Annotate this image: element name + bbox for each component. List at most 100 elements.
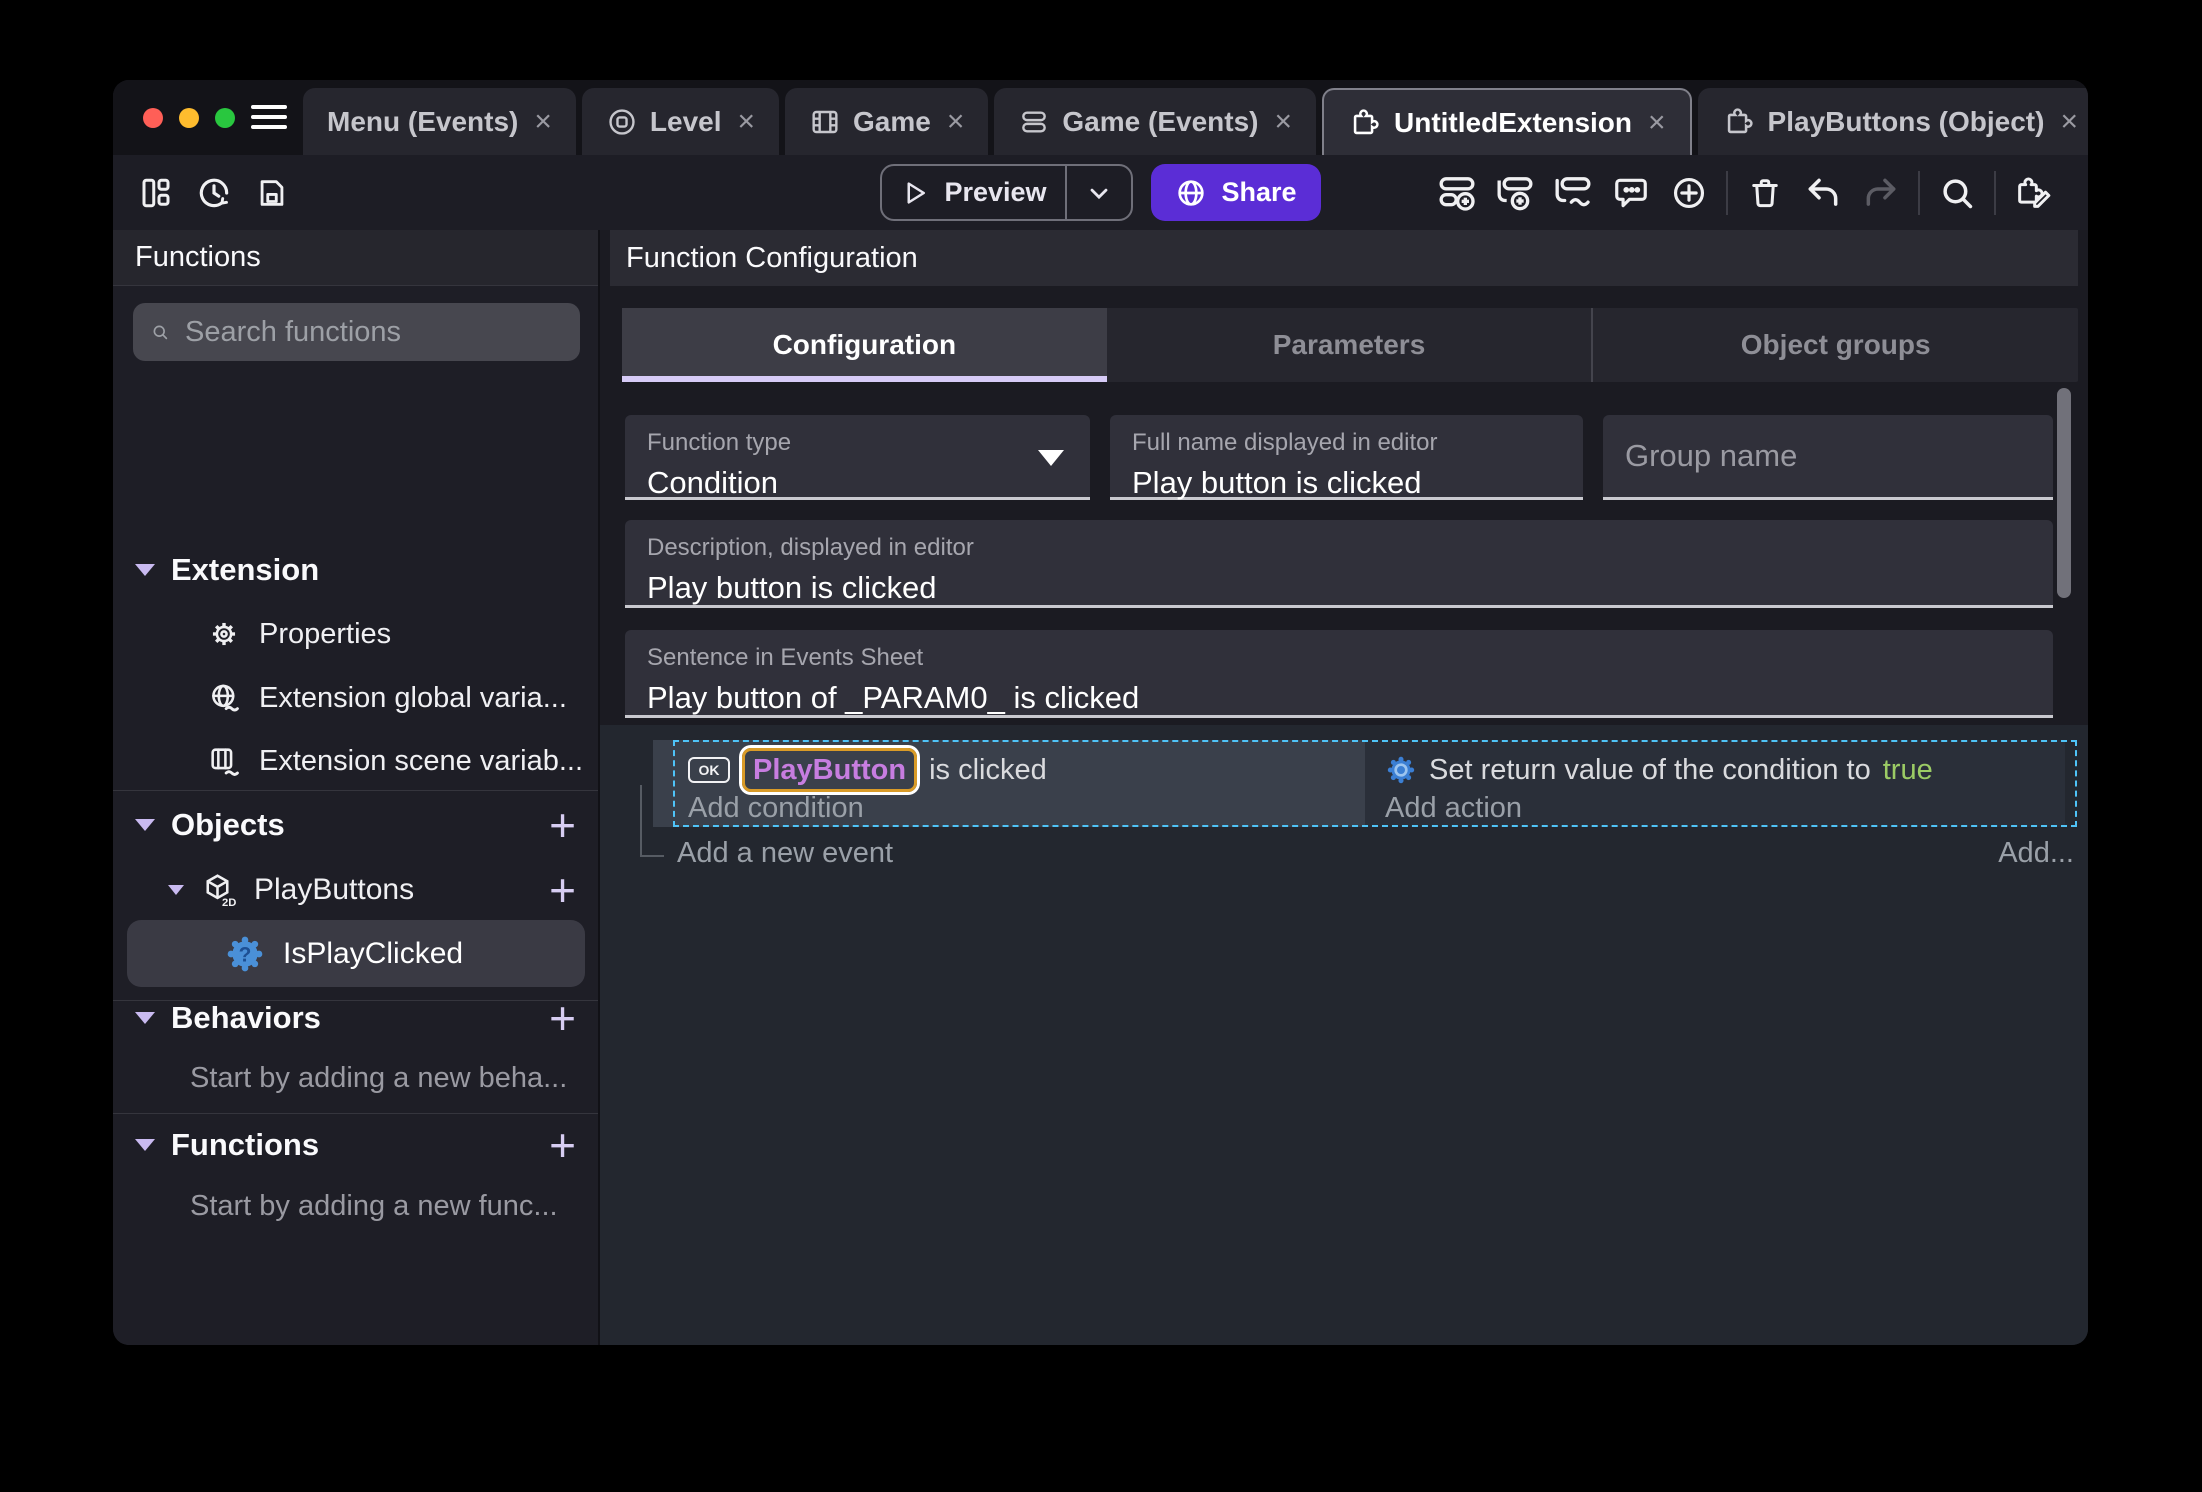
undo-icon: [1808, 178, 1838, 206]
preview-options-button[interactable]: [1065, 166, 1131, 219]
toolbar-divider: [1726, 170, 1728, 215]
layout-icon: [142, 178, 170, 207]
puzzle-icon: [1722, 105, 1756, 139]
close-tab-icon[interactable]: ×: [947, 105, 965, 139]
close-tab-icon[interactable]: ×: [2060, 105, 2078, 139]
tab-untitled-extension[interactable]: UntitledExtension ×: [1322, 88, 1692, 155]
event-tree-connector: [640, 785, 664, 857]
preview-button[interactable]: Preview: [882, 166, 1065, 219]
item-label: Properties: [259, 617, 392, 650]
close-window-button[interactable]: [143, 107, 163, 128]
section-functions[interactable]: Functions +: [113, 1122, 598, 1168]
vertical-scrollbar[interactable]: [2057, 388, 2071, 598]
tab-object-groups[interactable]: Object groups: [1591, 308, 2078, 382]
app-window: Menu (Events) × Level × Game × Game (Eve…: [113, 80, 2088, 1345]
add-behavior-button[interactable]: +: [549, 995, 576, 1041]
share-button[interactable]: Share: [1151, 164, 1321, 221]
events-sheet: OK PlayButton is clicked Add condition S…: [600, 725, 2088, 1345]
close-tab-icon[interactable]: ×: [534, 105, 552, 139]
tab-game[interactable]: Game ×: [785, 88, 989, 155]
event-conditions-column[interactable]: OK PlayButton is clicked Add condition: [653, 740, 1365, 827]
add-free-function-button[interactable]: +: [549, 1122, 576, 1168]
close-tab-icon[interactable]: ×: [738, 105, 756, 139]
add-other-events-button[interactable]: [1544, 164, 1602, 222]
tab-playbuttons-object[interactable]: PlayButtons (Object) ×: [1697, 88, 2088, 155]
add-new-event-button[interactable]: Add a new event: [677, 837, 893, 870]
behaviors-empty-text: Start by adding a new beha...: [190, 1062, 568, 1094]
function-type-select[interactable]: Function type Condition: [625, 415, 1090, 500]
full-name-field[interactable]: Full name displayed in editor Play butto…: [1110, 415, 1583, 500]
add-subevent-button[interactable]: [1486, 164, 1544, 222]
sidebar-divider: [113, 790, 598, 791]
search-functions-input[interactable]: [185, 315, 562, 349]
event-actions-column[interactable]: Set return value of the condition to tru…: [1365, 740, 2065, 827]
section-label: Functions: [171, 1127, 320, 1162]
sidebar-title: Functions: [113, 230, 598, 286]
sidebar-item-extension-scene-variables[interactable]: Extension scene variab...: [205, 740, 583, 782]
event-row[interactable]: OK PlayButton is clicked Add condition S…: [653, 740, 2065, 827]
edit-extension-button[interactable]: [2004, 164, 2062, 222]
item-label: Extension scene variab...: [259, 744, 584, 777]
svg-text:2D: 2D: [222, 897, 236, 908]
add-condition-button[interactable]: Add condition: [688, 792, 1365, 825]
group-name-field[interactable]: [1603, 415, 2053, 500]
tab-bar: Menu (Events) × Level × Game × Game (Eve…: [303, 88, 2088, 155]
search-icon: [153, 325, 168, 340]
add-object-button[interactable]: +: [549, 802, 576, 848]
description-field[interactable]: Description, displayed in editor Play bu…: [625, 520, 2053, 608]
dropdown-caret-icon: [1038, 450, 1064, 466]
globe-variable-icon: [205, 681, 243, 715]
save-button[interactable]: [243, 164, 301, 222]
traffic-lights: [143, 80, 235, 155]
gear-icon: [205, 617, 243, 651]
redo-button[interactable]: [1852, 164, 1910, 222]
add-circle-button[interactable]: [1660, 164, 1718, 222]
add-action-button[interactable]: Add action: [1385, 792, 2065, 825]
tab-menu-events[interactable]: Menu (Events) ×: [303, 88, 576, 155]
panel-title: Function Configuration: [610, 230, 2078, 286]
condition-object-highlighted[interactable]: PlayButton: [742, 748, 918, 792]
preview-button-group: Preview: [880, 164, 1133, 221]
close-tab-icon[interactable]: ×: [1274, 105, 1292, 139]
sidebar-item-extension-global-variables[interactable]: Extension global varia...: [205, 677, 567, 719]
sidebar-item-isplayclicked-selected[interactable]: ? IsPlayClicked: [127, 920, 585, 987]
add-ellipsis-button[interactable]: Add...: [1998, 837, 2074, 870]
section-objects[interactable]: Objects +: [113, 802, 598, 848]
delete-button[interactable]: [1736, 164, 1794, 222]
puzzle-edit-icon: [2018, 177, 2051, 208]
section-behaviors[interactable]: Behaviors +: [113, 995, 598, 1041]
close-tab-icon[interactable]: ×: [1648, 106, 1666, 140]
sentence-field[interactable]: Sentence in Events Sheet Play button of …: [625, 630, 2053, 718]
add-comment-button[interactable]: [1602, 164, 1660, 222]
function-configuration-panel: Function Configuration Configuration Par…: [600, 230, 2088, 1345]
main-menu-icon[interactable]: [251, 102, 287, 132]
functions-sidebar: Functions Extension: [113, 230, 600, 1345]
version-history-button[interactable]: [185, 164, 243, 222]
chevron-down-icon: [135, 564, 155, 576]
sidebar-item-properties[interactable]: Properties: [205, 613, 391, 655]
add-event-button[interactable]: [1428, 164, 1486, 222]
trash-icon: [1752, 178, 1778, 207]
section-extension[interactable]: Extension: [113, 548, 598, 592]
open-project-manager-button[interactable]: [127, 164, 185, 222]
sidebar-divider: [113, 1113, 598, 1114]
redo-icon: [1866, 178, 1896, 206]
minimize-window-button[interactable]: [179, 107, 199, 128]
tab-parameters[interactable]: Parameters: [1107, 308, 1592, 382]
object-playbuttons[interactable]: 2D PlayButtons +: [113, 867, 598, 913]
field-value: Play button is clicked: [647, 570, 937, 605]
search-button[interactable]: [1928, 164, 1986, 222]
add-function-to-object-button[interactable]: +: [549, 867, 576, 913]
undo-button[interactable]: [1794, 164, 1852, 222]
tab-game-events[interactable]: Game (Events) ×: [994, 88, 1316, 155]
tab-label: Game (Events): [1062, 105, 1259, 137]
toolbar-left-group: [127, 164, 301, 222]
search-functions-box[interactable]: [133, 303, 580, 361]
tab-level[interactable]: Level ×: [581, 88, 780, 155]
group-name-input[interactable]: [1625, 438, 2031, 474]
configuration-tabs: Configuration Parameters Object groups: [622, 308, 2078, 382]
tab-configuration[interactable]: Configuration: [622, 308, 1107, 382]
section-label: Objects: [171, 807, 285, 842]
zoom-window-button[interactable]: [215, 107, 235, 128]
field-label: Sentence in Events Sheet: [647, 644, 924, 671]
